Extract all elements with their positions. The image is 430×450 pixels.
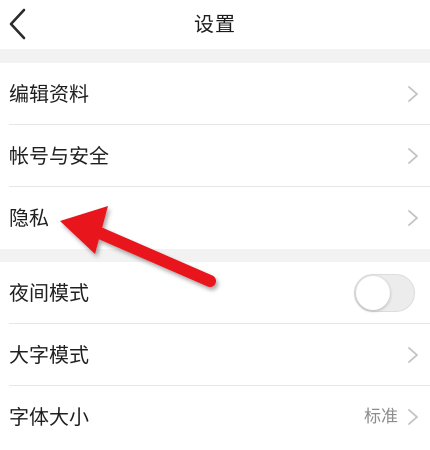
night-mode-toggle[interactable] bbox=[354, 274, 415, 312]
setting-row-privacy[interactable]: 隐私 bbox=[0, 187, 430, 249]
section-separator bbox=[0, 49, 430, 63]
setting-row-night-mode[interactable]: 夜间模式 bbox=[0, 262, 430, 324]
setting-row-large-text-mode[interactable]: 大字模式 bbox=[0, 324, 430, 386]
chevron-right-icon bbox=[408, 409, 418, 425]
setting-label: 大字模式 bbox=[9, 343, 89, 367]
top-bar: 设置 bbox=[0, 0, 430, 49]
setting-label: 隐私 bbox=[9, 206, 49, 230]
settings-group-display: 夜间模式 大字模式 字体大小 标准 bbox=[0, 262, 430, 448]
setting-row-font-size[interactable]: 字体大小 标准 bbox=[0, 386, 430, 448]
settings-screen: 设置 编辑资料 帐号与安全 隐私 夜间模式 大字模式 字体大小 标准 bbox=[0, 0, 430, 450]
toggle-knob bbox=[356, 276, 390, 310]
page-title: 设置 bbox=[194, 12, 236, 36]
setting-label: 编辑资料 bbox=[9, 82, 89, 106]
chevron-right-icon bbox=[408, 210, 418, 226]
chevron-right-icon bbox=[408, 148, 418, 164]
setting-label: 帐号与安全 bbox=[9, 144, 109, 168]
settings-group-account: 编辑资料 帐号与安全 隐私 bbox=[0, 63, 430, 249]
setting-row-account-security[interactable]: 帐号与安全 bbox=[0, 125, 430, 187]
chevron-right-icon bbox=[408, 347, 418, 363]
setting-label: 字体大小 bbox=[9, 405, 89, 429]
section-separator bbox=[0, 249, 430, 262]
setting-row-edit-profile[interactable]: 编辑资料 bbox=[0, 63, 430, 125]
setting-label: 夜间模式 bbox=[9, 281, 89, 305]
chevron-right-icon bbox=[408, 86, 418, 102]
font-size-value: 标准 bbox=[364, 407, 398, 427]
